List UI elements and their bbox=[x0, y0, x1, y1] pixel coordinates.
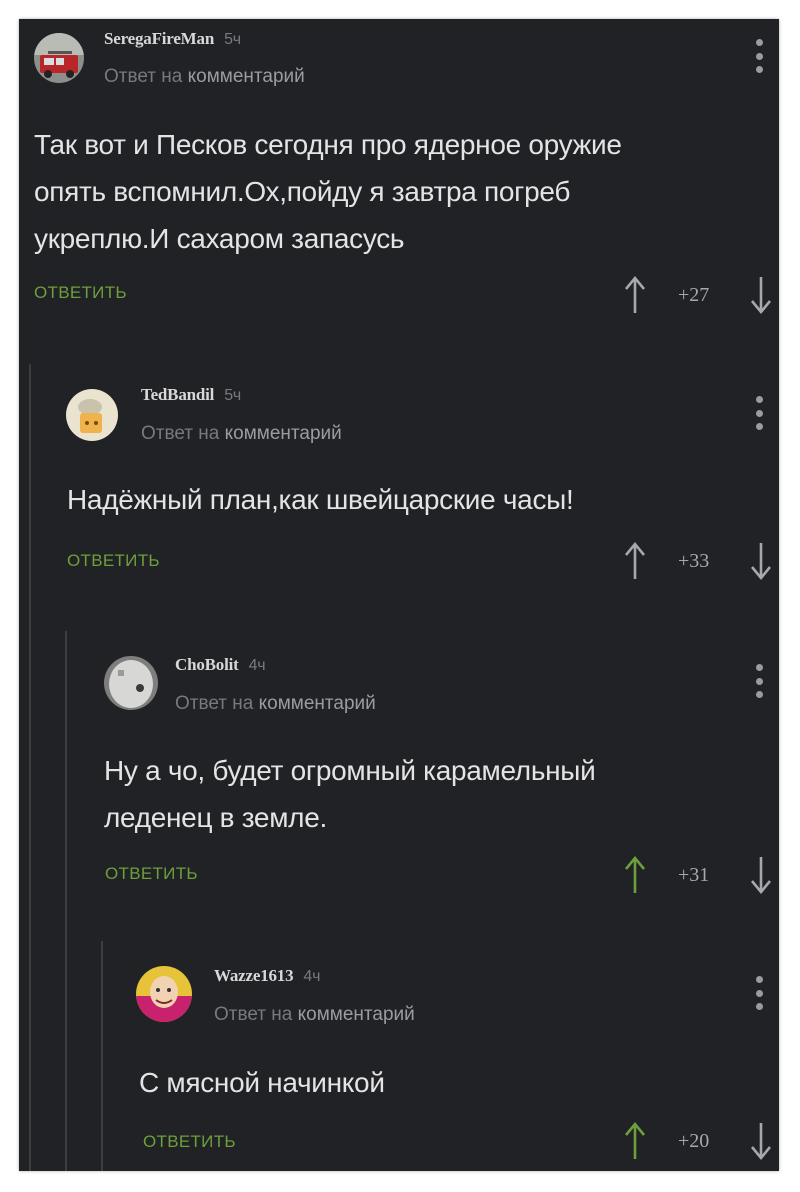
comment-text: Ну а чо, будет огромный карамельный леде… bbox=[104, 747, 754, 841]
username-text[interactable]: TedBandil bbox=[141, 385, 214, 404]
vote-score: +27 bbox=[678, 284, 710, 306]
comment-line: леденец в земле. bbox=[104, 802, 327, 833]
username[interactable]: Wazze1613 4ч bbox=[214, 966, 320, 986]
avatar[interactable] bbox=[104, 656, 158, 710]
reply-to-info: Ответ на комментарий bbox=[104, 66, 305, 88]
more-vertical-icon[interactable] bbox=[754, 39, 764, 73]
comment-line: Надёжный план,как швейцарские часы! bbox=[67, 484, 574, 515]
timestamp: 4ч bbox=[248, 657, 266, 674]
arrow-up-icon[interactable] bbox=[624, 541, 646, 581]
username-text[interactable]: ChoBolit bbox=[175, 655, 239, 674]
timestamp: 5ч bbox=[224, 387, 242, 404]
reply-button[interactable]: ОТВЕТИТЬ bbox=[67, 551, 160, 571]
arrow-down-icon[interactable] bbox=[750, 855, 772, 895]
comment-line: С мясной начинкой bbox=[139, 1067, 385, 1098]
username-text[interactable]: SeregaFireMan bbox=[104, 29, 214, 48]
arrow-down-icon[interactable] bbox=[750, 541, 772, 581]
comment-line: опять вспомнил.Ох,пойду я завтра погреб bbox=[34, 176, 571, 207]
username[interactable]: SeregaFireMan 5ч bbox=[104, 29, 241, 49]
reply-to-info: Ответ на комментарий bbox=[214, 1004, 415, 1026]
comment-thread: SeregaFireMan 5ч Ответ на комментарий Так… bbox=[19, 19, 779, 1171]
reply-to-info: Ответ на комментарий bbox=[175, 693, 376, 715]
vote-score: +20 bbox=[678, 1130, 710, 1152]
vote-score: +33 bbox=[678, 550, 710, 572]
reply-target-link[interactable]: комментарий bbox=[225, 423, 342, 444]
arrow-up-icon[interactable] bbox=[624, 275, 646, 315]
arrow-down-icon[interactable] bbox=[750, 1121, 772, 1161]
reply-target-link[interactable]: комментарий bbox=[188, 66, 305, 87]
reply-button[interactable]: ОТВЕТИТЬ bbox=[34, 283, 127, 303]
comment-text: Надёжный план,как швейцарские часы! bbox=[67, 476, 757, 523]
timestamp: 5ч bbox=[224, 31, 241, 48]
reply-button[interactable]: ОТВЕТИТЬ bbox=[105, 864, 198, 884]
reply-prefix: Ответ на bbox=[141, 423, 220, 444]
thread-line-level-2 bbox=[65, 631, 67, 1171]
vote-controls: +20 bbox=[624, 1121, 774, 1161]
reply-target-link[interactable]: комментарий bbox=[298, 1004, 415, 1025]
more-vertical-icon[interactable] bbox=[754, 976, 764, 1010]
comment-line: укреплю.И сахаром запасусь bbox=[34, 223, 405, 254]
reply-to-info: Ответ на комментарий bbox=[141, 423, 342, 445]
username[interactable]: ChoBolit 4ч bbox=[175, 655, 266, 675]
vote-controls: +27 bbox=[624, 275, 774, 315]
avatar[interactable] bbox=[34, 33, 84, 83]
vote-controls: +31 bbox=[624, 855, 774, 895]
vote-score: +31 bbox=[678, 864, 710, 886]
username-text[interactable]: Wazze1613 bbox=[214, 966, 294, 985]
comment-line: Так вот и Песков сегодня про ядерное ору… bbox=[34, 129, 622, 160]
reply-prefix: Ответ на bbox=[214, 1004, 293, 1025]
comment-line: Ну а чо, будет огромный карамельный bbox=[104, 755, 596, 786]
arrow-up-icon[interactable] bbox=[624, 1121, 646, 1161]
more-vertical-icon[interactable] bbox=[754, 664, 764, 698]
arrow-up-icon[interactable] bbox=[624, 855, 646, 895]
reply-prefix: Ответ на bbox=[175, 693, 254, 714]
avatar[interactable] bbox=[136, 966, 192, 1022]
reply-button[interactable]: ОТВЕТИТЬ bbox=[143, 1132, 236, 1152]
comment-text: С мясной начинкой bbox=[139, 1059, 749, 1106]
avatar[interactable] bbox=[66, 389, 118, 441]
thread-line-level-1 bbox=[29, 364, 31, 1171]
thread-line-level-3 bbox=[101, 941, 103, 1171]
vote-controls: +33 bbox=[624, 541, 774, 581]
username[interactable]: TedBandil 5ч bbox=[141, 385, 241, 405]
comment-text: Так вот и Песков сегодня про ядерное ору… bbox=[34, 121, 754, 262]
timestamp: 4ч bbox=[303, 968, 321, 985]
more-vertical-icon[interactable] bbox=[754, 396, 764, 430]
arrow-down-icon[interactable] bbox=[750, 275, 772, 315]
reply-target-link[interactable]: комментарий bbox=[259, 693, 376, 714]
reply-prefix: Ответ на bbox=[104, 66, 183, 87]
